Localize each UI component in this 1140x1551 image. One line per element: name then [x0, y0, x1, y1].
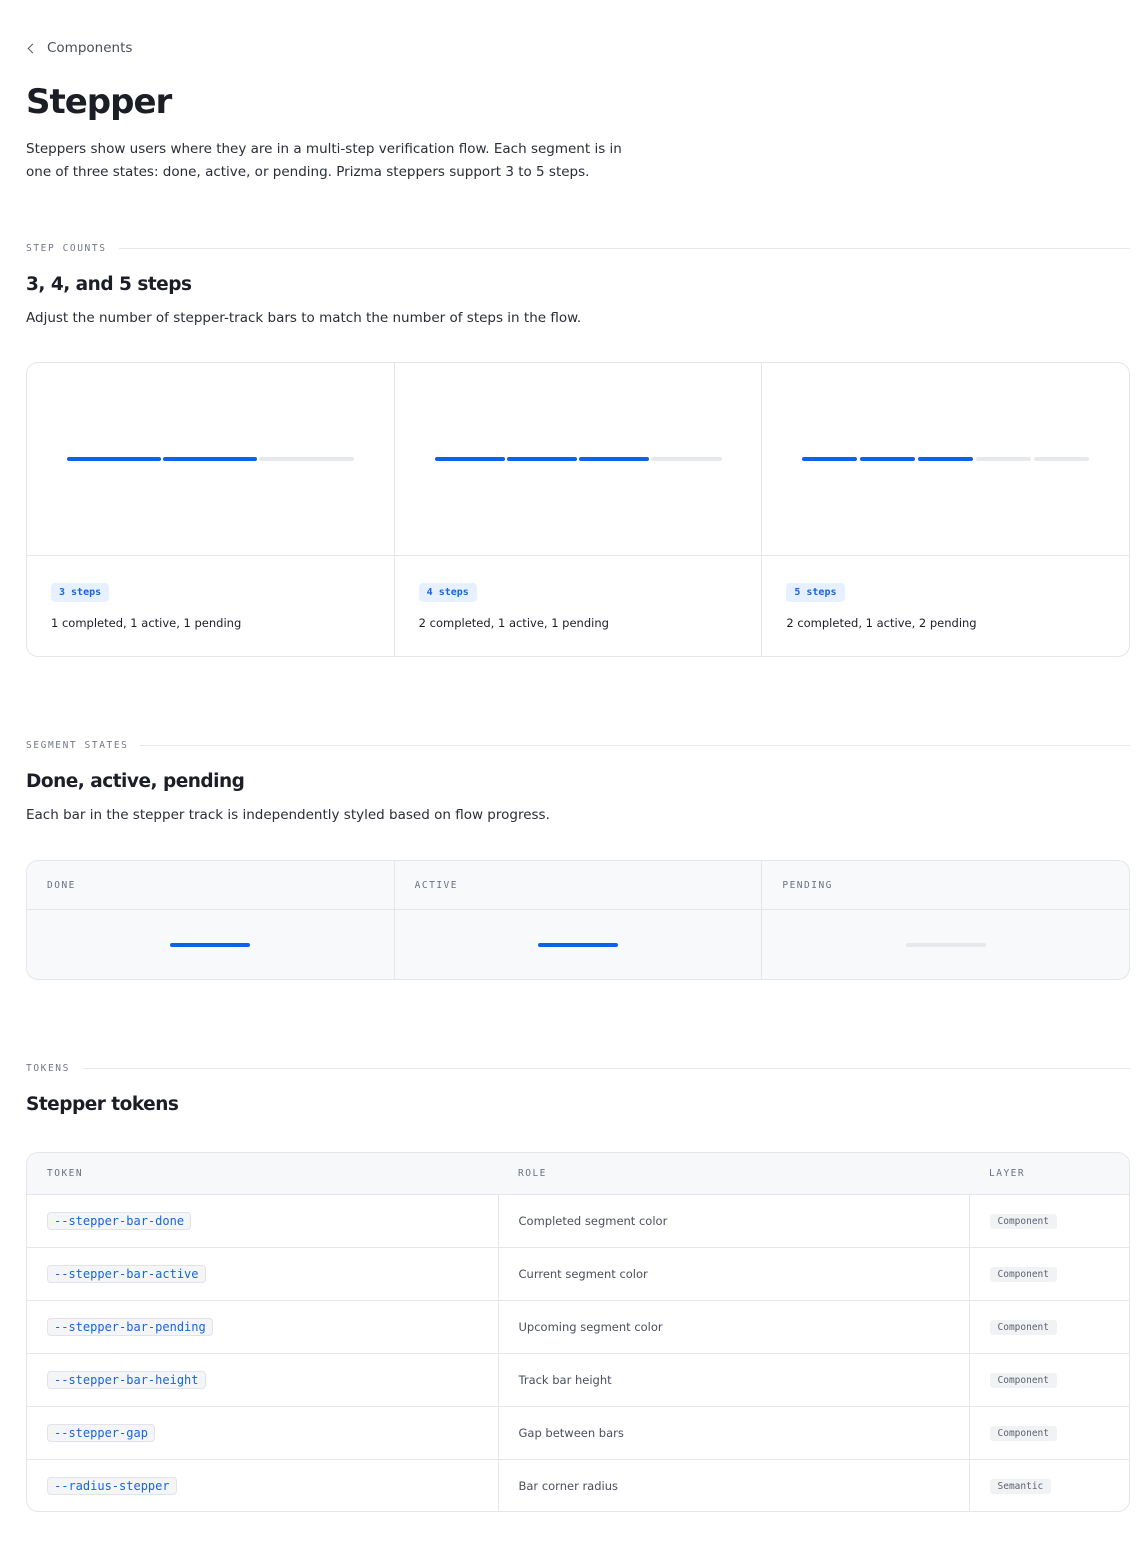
stepper-bar-pending	[976, 457, 1032, 461]
stepper-bar-done	[802, 457, 858, 461]
stepper-bar-pending	[259, 457, 354, 461]
section-header-tokens: TOKENS	[26, 1061, 1130, 1075]
token-name: --stepper-bar-done	[47, 1211, 192, 1230]
stepper-bar-active	[918, 457, 974, 461]
column-header-role: ROLE	[498, 1153, 969, 1195]
step-count-badge: 4 steps	[418, 583, 477, 602]
step-count-badge: 5 steps	[786, 583, 845, 602]
layer-badge: Component	[989, 1213, 1057, 1229]
column-header-token: TOKEN	[27, 1153, 498, 1195]
stepper-bar-active	[163, 457, 258, 461]
back-link[interactable]: Components	[26, 38, 132, 58]
segment-states-table: DONE ACTIVE PENDING	[26, 860, 1130, 980]
token-role: Track bar height	[497, 1353, 969, 1407]
layer-badge: Component	[989, 1266, 1057, 1282]
section-divider	[81, 1067, 1130, 1069]
step-summary: 2 completed, 1 active, 2 pending	[786, 616, 977, 630]
stepper-bar-done	[434, 457, 505, 461]
stepper-bar-done	[66, 457, 162, 461]
page-intro: Steppers show users where they are in a …	[26, 141, 622, 180]
stepper-bar-done	[860, 457, 916, 461]
state-label: PENDING	[762, 861, 1129, 910]
section-heading: Done, active, pending	[26, 771, 245, 792]
section-heading: Stepper tokens	[26, 1094, 179, 1115]
token-role: Upcoming segment color	[497, 1300, 969, 1354]
token-name: --radius-stepper	[47, 1476, 177, 1495]
token-role: Gap between bars	[497, 1406, 969, 1460]
table-row: --stepper-bar-active Current segment col…	[27, 1247, 1129, 1301]
table-row: --stepper-bar-done Completed segment col…	[27, 1194, 1129, 1248]
section-divider	[118, 247, 1130, 249]
token-role: Current segment color	[497, 1247, 969, 1301]
tokens-table: TOKEN ROLE LAYER --stepper-bar-done Comp…	[26, 1152, 1130, 1512]
token-name: --stepper-gap	[47, 1423, 155, 1442]
step-count-example: 4 steps 2 completed, 1 active, 1 pending	[394, 363, 763, 656]
stepper-preview	[27, 363, 394, 556]
back-link-label: Components	[47, 40, 133, 56]
section-header-step-counts: STEP COUNTS	[26, 241, 1130, 255]
stepper-track	[434, 457, 722, 461]
done-bar	[170, 942, 251, 947]
stepper-bar-active	[579, 457, 650, 461]
pending-bar	[905, 942, 986, 947]
section-description: Adjust the number of stepper-track bars …	[26, 310, 582, 326]
table-row: --radius-stepper Bar corner radius Seman…	[27, 1459, 1129, 1511]
layer-badge: Component	[989, 1425, 1057, 1441]
state-column-pending: PENDING	[762, 861, 1129, 979]
section-label: SEGMENT STATES	[26, 739, 129, 751]
table-row: --stepper-gap Gap between bars Component	[27, 1406, 1129, 1460]
layer-badge: Component	[989, 1372, 1057, 1388]
layer-badge: Component	[989, 1319, 1057, 1335]
token-role: Completed segment color	[497, 1194, 969, 1248]
stepper-bar-pending	[651, 457, 722, 461]
section-heading: 3, 4, and 5 steps	[26, 274, 192, 295]
state-label: ACTIVE	[394, 861, 762, 910]
step-summary: 2 completed, 1 active, 1 pending	[418, 616, 609, 630]
stepper-bar-done	[506, 457, 577, 461]
table-row: --stepper-bar-height Track bar height Co…	[27, 1353, 1129, 1407]
state-column-done: DONE	[27, 861, 395, 979]
step-count-example: 3 steps 1 completed, 1 active, 1 pending	[27, 363, 395, 656]
token-name: --stepper-bar-height	[47, 1370, 206, 1389]
section-label: STEP COUNTS	[26, 242, 107, 254]
section-label: TOKENS	[26, 1062, 70, 1074]
table-row: --stepper-bar-pending Upcoming segment c…	[27, 1300, 1129, 1354]
step-count-badge: 3 steps	[51, 583, 110, 602]
section-header-segment-states: SEGMENT STATES	[26, 738, 1130, 752]
token-name: --stepper-bar-pending	[47, 1317, 213, 1336]
table-header-row: TOKEN ROLE LAYER	[27, 1153, 1129, 1195]
chevron-left-icon	[27, 43, 38, 53]
page-title: Stepper	[26, 82, 172, 122]
state-label: DONE	[27, 861, 394, 910]
stepper-track	[66, 457, 354, 461]
stepper-bar-pending	[1034, 457, 1090, 461]
step-count-examples: 3 steps 1 completed, 1 active, 1 pending…	[26, 362, 1130, 657]
active-bar	[538, 942, 618, 947]
token-name: --stepper-bar-active	[47, 1264, 206, 1283]
step-count-example: 5 steps 2 completed, 1 active, 2 pending	[762, 363, 1129, 656]
token-role: Bar corner radius	[497, 1459, 969, 1511]
section-description: Each bar in the stepper track is indepen…	[26, 807, 550, 823]
column-header-layer: LAYER	[969, 1153, 1129, 1195]
stepper-track	[802, 457, 1090, 461]
stepper-preview	[762, 363, 1129, 556]
layer-badge: Semantic	[989, 1478, 1052, 1494]
state-column-active: ACTIVE	[394, 861, 763, 979]
stepper-preview	[394, 363, 762, 556]
step-summary: 1 completed, 1 active, 1 pending	[51, 616, 242, 630]
section-divider	[140, 744, 1130, 746]
